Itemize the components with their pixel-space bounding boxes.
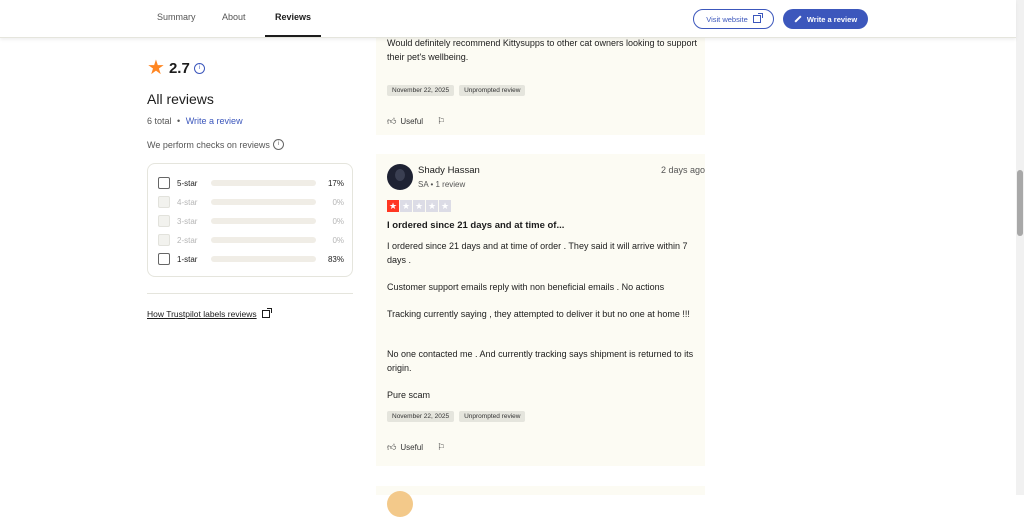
useful-button[interactable]: 👍︎ Useful — [387, 116, 423, 127]
review-paragraph: Pure scam — [387, 390, 431, 400]
divider — [147, 293, 353, 294]
review-card — [376, 486, 705, 517]
distribution-bar — [211, 256, 316, 262]
star-rating: ★ ★ ★ ★ ★ — [387, 200, 451, 212]
review-date: 2 days ago — [660, 165, 705, 175]
reviewer-name[interactable]: Shady Hassan — [418, 165, 480, 176]
review-paragraph: No one contacted me . And currently trac… — [387, 349, 694, 373]
filter-row-5-star[interactable]: 5-star 17% — [158, 176, 344, 190]
review-type-badge: Unprompted review — [459, 85, 526, 96]
overall-rating: ★ 2.7 i — [147, 58, 205, 78]
star-icon: ★ — [413, 200, 425, 212]
info-icon[interactable]: i — [272, 139, 284, 150]
separator: • — [177, 116, 181, 126]
filter-label: 4-star — [177, 197, 198, 207]
filter-percent: 0% — [332, 216, 344, 226]
filter-percent: 0% — [332, 197, 344, 207]
tab-summary[interactable]: Summary — [157, 12, 196, 37]
distribution-bar — [211, 199, 316, 205]
star-icon: ★ — [400, 200, 412, 212]
external-link-icon — [752, 13, 763, 23]
filter-row-4-star: 4-star 0% — [158, 195, 344, 209]
thumbs-up-icon: 👍︎ — [387, 442, 397, 452]
review-paragraph: Tracking currently saying , they attempt… — [387, 309, 690, 319]
info-icon[interactable]: i — [193, 62, 205, 74]
filter-row-3-star: 3-star 0% — [158, 214, 344, 228]
checks-notice: We perform checks on reviews i — [147, 139, 284, 150]
review-tags: November 22, 2025 Unprompted review — [387, 85, 526, 96]
distribution-bar — [211, 237, 316, 243]
filter-label: 5-star — [177, 178, 198, 188]
total-line: 6 total • Write a review — [147, 116, 243, 126]
write-review-label: Write a review — [806, 14, 858, 24]
review-title[interactable]: I ordered since 21 days and at time of..… — [387, 220, 564, 231]
useful-label: Useful — [400, 443, 424, 452]
visit-website-label: Visit website — [706, 14, 748, 24]
write-review-button[interactable]: Write a review — [783, 9, 868, 29]
thumbs-up-icon: 👍︎ — [387, 116, 397, 126]
star-icon: ★ — [147, 57, 165, 79]
review-card: Shady Hassan SA • 1 review 2 days ago ★ … — [376, 154, 705, 466]
distribution-bar — [211, 218, 316, 224]
star-filter-box: 5-star 17% 4-star 0% 3-star 0% 2-star 0%… — [147, 163, 353, 277]
scrollbar-thumb[interactable] — [1017, 170, 1023, 236]
total-count: 6 total — [147, 116, 172, 126]
star-icon: ★ — [426, 200, 438, 212]
date-badge: November 22, 2025 — [387, 85, 455, 96]
distribution-bar — [211, 180, 316, 186]
filter-percent: 17% — [327, 178, 344, 188]
checkbox — [158, 215, 170, 227]
page-title: All reviews — [147, 91, 214, 107]
review-paragraph: I ordered since 21 days and at time of o… — [387, 241, 688, 265]
labels-info-text: How Trustpilot labels reviews — [147, 309, 257, 319]
external-link-icon — [261, 308, 272, 318]
review-paragraph: Customer support emails reply with non b… — [387, 282, 665, 292]
review-actions: 👍︎ Useful ⚐ — [387, 442, 445, 453]
flag-icon[interactable]: ⚐ — [437, 442, 445, 453]
filter-percent: 0% — [332, 235, 344, 245]
checks-text: We perform checks on reviews — [147, 139, 270, 150]
review-type-badge: Unprompted review — [459, 411, 526, 422]
checkbox[interactable] — [158, 253, 170, 265]
rating-value: 2.7 — [168, 59, 190, 77]
top-navigation: Summary About Reviews Visit website Writ… — [0, 0, 1016, 38]
review-tags: November 22, 2025 Unprompted review — [387, 411, 526, 422]
filter-label: 2-star — [177, 235, 198, 245]
filter-row-2-star: 2-star 0% — [158, 233, 344, 247]
checkbox[interactable] — [158, 177, 170, 189]
pencil-icon — [794, 15, 802, 23]
filter-percent: 83% — [327, 254, 344, 264]
checkbox — [158, 196, 170, 208]
scrollbar[interactable] — [1016, 0, 1024, 495]
useful-label: Useful — [400, 117, 424, 126]
filter-label: 1-star — [177, 254, 198, 264]
tab-reviews[interactable]: Reviews — [265, 12, 322, 37]
visit-website-button[interactable]: Visit website — [693, 9, 774, 29]
checkbox — [158, 234, 170, 246]
tab-about[interactable]: About — [222, 12, 246, 37]
useful-button[interactable]: 👍︎ Useful — [387, 442, 423, 453]
avatar[interactable] — [387, 164, 413, 190]
write-review-link[interactable]: Write a review — [186, 116, 243, 126]
review-text: Would definitely recommend Kittysupps to… — [387, 38, 697, 62]
filter-label: 3-star — [177, 216, 198, 226]
review-actions: 👍︎ Useful ⚐ — [387, 116, 445, 127]
labels-info-link[interactable]: How Trustpilot labels reviews — [147, 308, 272, 319]
star-icon: ★ — [387, 200, 399, 212]
reviewer-meta: SA • 1 review — [418, 180, 466, 189]
star-icon: ★ — [439, 200, 451, 212]
review-card: Would definitely recommend Kittysupps to… — [376, 37, 705, 135]
filter-row-1-star[interactable]: 1-star 83% — [158, 252, 344, 266]
flag-icon[interactable]: ⚐ — [437, 116, 445, 127]
date-badge: November 22, 2025 — [387, 411, 455, 422]
